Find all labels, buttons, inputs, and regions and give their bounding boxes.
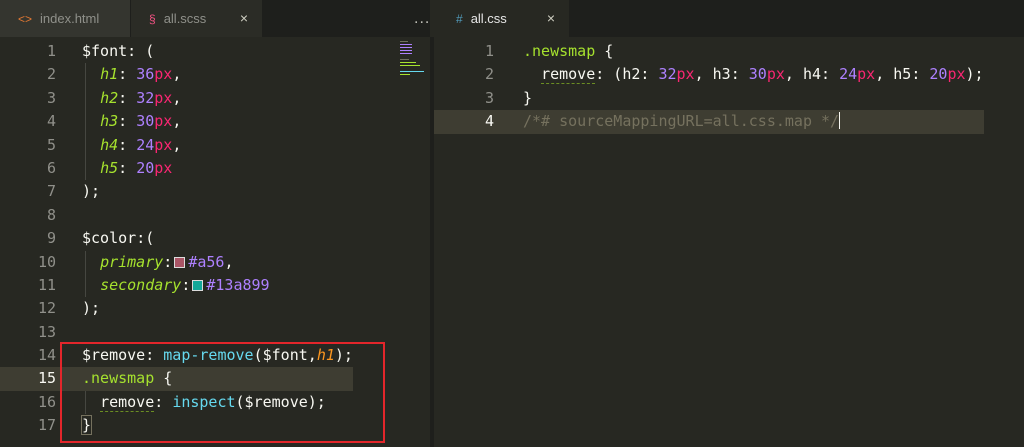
code-line[interactable]: 5 h4: 24px, [0, 133, 353, 157]
code-line[interactable]: 9 $color:( [0, 227, 353, 250]
code-line[interactable]: 3} [434, 87, 984, 110]
line-number: 10 [37, 252, 56, 271]
right-tab-bar: # all.css × [434, 0, 1024, 37]
html-file-icon: <> [18, 11, 33, 26]
code-line[interactable]: 6 h5: 20px [0, 156, 353, 181]
code-line[interactable]: 4 h3: 30px, [0, 110, 353, 134]
line-number: 4 [46, 112, 56, 131]
line-number: 1 [484, 42, 494, 60]
more-actions-icon[interactable]: ... [414, 10, 430, 28]
line-number: 4 [484, 112, 494, 131]
code-line[interactable]: 8 [0, 204, 353, 227]
line-number: 2 [46, 65, 56, 84]
line-number: 14 [37, 346, 56, 365]
line-number: 3 [46, 88, 56, 107]
css-code[interactable]: 1 .newsmap { 2 remove: (h2: 32px, h3: 30p… [434, 40, 984, 134]
tab-all-css[interactable]: # all.css × [434, 0, 570, 37]
close-icon[interactable]: × [240, 10, 248, 26]
line-number: 6 [46, 158, 56, 177]
text-cursor [839, 112, 841, 130]
line-number: 13 [37, 322, 56, 341]
code-line[interactable]: 11 secondary: #13a899 [0, 273, 353, 298]
color-swatch-secondary[interactable] [192, 279, 204, 291]
tab-label: all.scss [163, 11, 207, 26]
code-line[interactable]: 1 .newsmap { [434, 40, 984, 63]
tab-label: index.html [40, 11, 100, 26]
line-number: 9 [46, 229, 56, 248]
line-number: 1 [46, 42, 56, 60]
css-editor-pane[interactable]: 1 .newsmap { 2 remove: (h2: 32px, h3: 30p… [434, 37, 1024, 447]
color-swatch-primary[interactable] [174, 256, 186, 268]
line-number: 17 [37, 416, 56, 435]
code-line[interactable]: 7); [0, 180, 353, 203]
highlight-annotation-box [60, 342, 385, 443]
line-number: 11 [37, 275, 56, 294]
line-number: 5 [46, 135, 56, 154]
code-line[interactable]: 1 $font: ( [0, 40, 353, 63]
code-line-current[interactable]: 4/*# sourceMappingURL=all.css.map */ [434, 110, 984, 134]
close-icon[interactable]: × [547, 10, 555, 26]
line-number: 15 [37, 369, 56, 388]
code-line[interactable]: 2 remove: (h2: 32px, h3: 30px, h4: 24px,… [434, 63, 984, 86]
code-line[interactable]: 3 h2: 32px, [0, 86, 353, 111]
tab-all-scss[interactable]: § all.scss × [131, 0, 263, 37]
line-number: 12 [37, 299, 56, 318]
code-line[interactable]: 2 h1: 36px, [0, 63, 353, 87]
minimap[interactable] [398, 37, 430, 447]
line-number: 8 [46, 205, 56, 224]
left-tab-bar: <> index.html § all.scss × ... [0, 0, 430, 37]
code-line[interactable]: 10 primary: #a56, [0, 250, 353, 274]
line-number: 3 [484, 88, 494, 107]
tab-label: all.css [470, 11, 507, 26]
line-number: 2 [484, 65, 494, 84]
css-file-icon: # [456, 11, 463, 26]
sass-file-icon: § [149, 11, 156, 26]
tab-index-html[interactable]: <> index.html [0, 0, 131, 37]
code-line[interactable]: 12); [0, 297, 353, 320]
line-number: 7 [46, 182, 56, 201]
code-line[interactable]: 13 [0, 321, 353, 344]
line-number: 16 [37, 392, 56, 411]
